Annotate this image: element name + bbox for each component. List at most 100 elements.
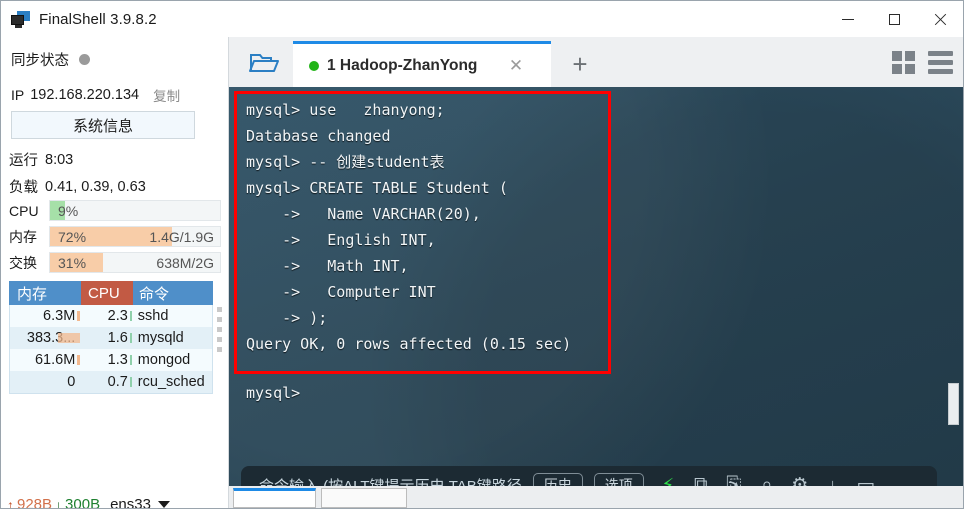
terminal-prompt: mysql> bbox=[246, 384, 301, 402]
system-info-button[interactable]: 系统信息 bbox=[11, 111, 195, 139]
load-row: 负载 0.41, 0.39, 0.63 bbox=[9, 176, 146, 197]
minimize-icon bbox=[842, 18, 854, 20]
process-command-cell: mongod bbox=[137, 352, 191, 368]
swap-meter-detail: 638M/2G bbox=[156, 255, 214, 271]
table-row[interactable]: 0 0.7 rcu_sched bbox=[10, 371, 212, 393]
ip-row: IP 192.168.220.134 复制 bbox=[11, 85, 180, 105]
swap-meter-label: 交换 bbox=[9, 254, 37, 271]
process-table-body: 6.3M 2.3 sshd 383.3... 1.6 mysqld 61.6M … bbox=[9, 305, 213, 394]
header-actions bbox=[892, 51, 953, 74]
cpu-meter: CPU 9% bbox=[9, 200, 221, 221]
new-tab-button[interactable]: + bbox=[567, 51, 593, 77]
process-memory-cell: 61.6M bbox=[10, 352, 81, 368]
process-memory-value: 6.3M bbox=[43, 308, 76, 324]
process-cpu-value: 1.3 bbox=[107, 352, 128, 368]
finalshell-window: FinalShell 3.9.8.2 同步状态 IP 192.168.220.1… bbox=[0, 0, 964, 509]
cpu-bar bbox=[129, 377, 132, 387]
uptime-label: 运行 bbox=[9, 153, 38, 169]
cpu-bar bbox=[129, 333, 132, 343]
process-header-memory[interactable]: 内存 bbox=[9, 281, 81, 305]
cpu-bar bbox=[129, 355, 132, 365]
main-panel: 1 Hadoop-ZhanYong ✕ + mysql> use zhanyon… bbox=[229, 37, 963, 508]
process-cpu-value: 0.7 bbox=[107, 374, 128, 390]
tab-close-icon[interactable]: ✕ bbox=[508, 57, 524, 74]
minimize-button[interactable] bbox=[825, 1, 871, 37]
process-memory-value: 61.6M bbox=[34, 352, 76, 368]
tab-bar: 1 Hadoop-ZhanYong ✕ + bbox=[229, 37, 963, 87]
memory-meter-label: 内存 bbox=[9, 228, 37, 245]
upload-value: 928B bbox=[17, 496, 53, 508]
uptime-value: 8:03 bbox=[45, 151, 74, 168]
process-header-command[interactable]: 命令 bbox=[133, 281, 213, 305]
maximize-icon bbox=[888, 13, 900, 25]
ip-value: 192.168.220.134 bbox=[30, 87, 140, 103]
uptime-row: 运行 8:03 bbox=[9, 149, 73, 170]
memory-meter: 内存 72% 1.4G/1.9G bbox=[9, 226, 221, 247]
bottom-tab-secondary[interactable] bbox=[321, 488, 407, 508]
process-memory-cell: 6.3M bbox=[10, 308, 81, 324]
download-value: 300B bbox=[65, 496, 101, 508]
network-stats-row: ↑ 928B ↓ 300B ens33 bbox=[7, 496, 170, 508]
process-header-cpu[interactable]: CPU bbox=[81, 281, 133, 305]
memory-bar bbox=[77, 311, 81, 321]
sync-status-row: 同步状态 bbox=[11, 49, 90, 70]
table-row[interactable]: 6.3M 2.3 sshd bbox=[10, 305, 212, 327]
process-command-cell: rcu_sched bbox=[137, 374, 205, 390]
monitor-icon bbox=[11, 10, 30, 28]
maximize-button[interactable] bbox=[871, 1, 917, 37]
process-cpu-cell: 0.7 bbox=[81, 374, 133, 390]
grid-view-icon[interactable] bbox=[892, 51, 915, 74]
terminal-output: mysql> use zhanyong; Database changed my… bbox=[246, 101, 572, 353]
hamburger-menu-icon[interactable] bbox=[928, 51, 953, 74]
bottom-tab-bar bbox=[229, 486, 963, 508]
sync-status-dot bbox=[79, 54, 90, 65]
memory-bar bbox=[58, 333, 81, 343]
cpu-meter-label: CPU bbox=[9, 202, 39, 219]
memory-meter-detail: 1.4G/1.9G bbox=[149, 229, 214, 245]
process-memory-value: 0 bbox=[67, 374, 76, 390]
table-row[interactable]: 383.3... 1.6 mysqld bbox=[10, 327, 212, 349]
process-table-header: 内存 CPU 命令 bbox=[9, 281, 213, 305]
sync-status-label: 同步状态 bbox=[11, 53, 69, 69]
cpu-meter-pct: 9% bbox=[58, 203, 79, 219]
cpu-bar bbox=[129, 311, 132, 321]
swap-meter: 交换 31% 638M/2G bbox=[9, 252, 221, 273]
app-title: FinalShell 3.9.8.2 bbox=[39, 10, 157, 28]
process-cpu-value: 2.3 bbox=[107, 308, 128, 324]
title-bar-left: FinalShell 3.9.8.2 bbox=[11, 1, 157, 37]
process-cpu-cell: 1.3 bbox=[81, 352, 133, 368]
process-memory-cell: 0 bbox=[10, 374, 81, 390]
tab-status-dot bbox=[309, 60, 319, 71]
bottom-tab-active[interactable] bbox=[233, 488, 316, 508]
process-memory-cell: 383.3... bbox=[10, 330, 81, 346]
memory-meter-bar: 72% 1.4G/1.9G bbox=[49, 226, 221, 247]
process-cpu-cell: 2.3 bbox=[81, 308, 133, 324]
process-command-cell: mysqld bbox=[137, 330, 184, 346]
sidebar: 同步状态 IP 192.168.220.134 复制 系统信息 运行 8:03 … bbox=[1, 37, 229, 508]
open-folder-icon[interactable] bbox=[243, 48, 285, 78]
swap-meter-pct: 31% bbox=[58, 255, 87, 271]
swap-meter-bar: 31% 638M/2G bbox=[49, 252, 221, 273]
window-controls bbox=[825, 1, 963, 37]
title-bar: FinalShell 3.9.8.2 bbox=[1, 1, 963, 37]
download-arrow-icon: ↓ bbox=[55, 496, 63, 509]
ip-copy-button[interactable]: 复制 bbox=[153, 85, 180, 105]
process-table-scrollbar[interactable] bbox=[217, 307, 223, 377]
upload-arrow-icon: ↑ bbox=[7, 496, 14, 509]
table-row[interactable]: 61.6M 1.3 mongod bbox=[10, 349, 212, 371]
tab-label: 1 Hadoop-ZhanYong bbox=[327, 56, 478, 74]
terminal-scrollbar-thumb[interactable] bbox=[948, 383, 959, 425]
memory-bar bbox=[77, 355, 81, 365]
process-command-cell: sshd bbox=[137, 308, 169, 324]
chevron-down-icon[interactable] bbox=[157, 501, 170, 508]
close-icon bbox=[934, 13, 947, 26]
tab-hadoop-zhanyong[interactable]: 1 Hadoop-ZhanYong ✕ bbox=[293, 41, 551, 87]
process-cpu-cell: 1.6 bbox=[81, 330, 133, 346]
process-table: 内存 CPU 命令 6.3M 2.3 sshd 383.3... 1.6 mys… bbox=[9, 281, 222, 394]
process-cpu-value: 1.6 bbox=[107, 330, 128, 346]
network-interface-label[interactable]: ens33 bbox=[110, 496, 151, 508]
ip-label: IP bbox=[11, 87, 25, 103]
close-button[interactable] bbox=[917, 1, 963, 37]
cpu-meter-bar: 9% bbox=[49, 200, 221, 221]
terminal-panel[interactable]: mysql> use zhanyong; Database changed my… bbox=[229, 87, 963, 508]
